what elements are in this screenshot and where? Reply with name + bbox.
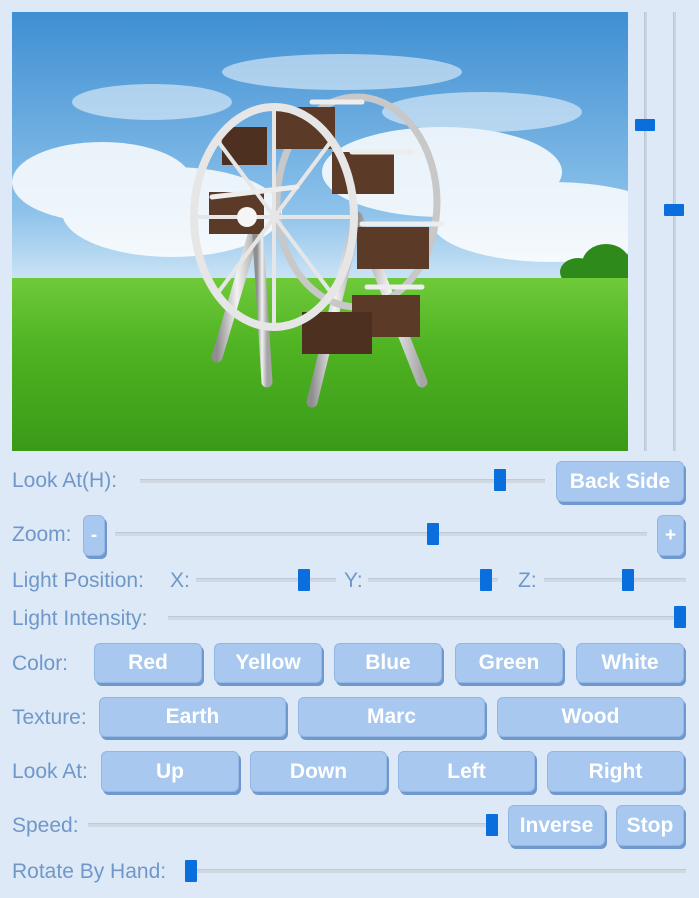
- color-white-button[interactable]: White: [576, 643, 684, 683]
- light-position-label: Light Position:: [12, 569, 144, 592]
- zoom-label: Zoom:: [12, 523, 72, 546]
- light-y-slider-thumb[interactable]: [480, 569, 493, 591]
- zoom-slider-thumb[interactable]: [427, 523, 439, 545]
- look-at-label: Look At:: [12, 760, 88, 783]
- zoom-out-button[interactable]: -: [83, 515, 105, 556]
- color-blue-button[interactable]: Blue: [334, 643, 442, 683]
- look-at-left-button[interactable]: Left: [398, 751, 535, 792]
- look-at-right-button[interactable]: Right: [547, 751, 684, 792]
- look-at-down-button[interactable]: Down: [250, 751, 387, 792]
- speed-slider[interactable]: [88, 823, 498, 827]
- rotate-by-hand-label: Rotate By Hand:: [12, 860, 167, 883]
- vertical-slider-2[interactable]: [673, 12, 676, 451]
- look-at-up-button[interactable]: Up: [101, 751, 239, 792]
- rotate-by-hand-slider[interactable]: [185, 869, 686, 873]
- light-y-label: Y:: [344, 569, 363, 592]
- ferris-wheel-scene: [12, 12, 628, 451]
- zoom-slider[interactable]: [115, 532, 647, 536]
- light-x-label: X:: [170, 569, 190, 592]
- rotate-by-hand-slider-thumb[interactable]: [185, 860, 197, 882]
- light-intensity-slider-thumb[interactable]: [674, 606, 686, 628]
- light-y-slider[interactable]: [368, 578, 498, 582]
- light-intensity-slider[interactable]: [168, 616, 686, 620]
- look-at-h-label: Look At(H):: [12, 469, 118, 492]
- light-intensity-label: Light Intensity:: [12, 607, 148, 630]
- color-green-button[interactable]: Green: [455, 643, 563, 683]
- light-z-slider-thumb[interactable]: [622, 569, 634, 591]
- speed-label: Speed:: [12, 814, 79, 837]
- vertical-slider-1-thumb[interactable]: [635, 118, 655, 131]
- vertical-slider-2-thumb[interactable]: [664, 204, 684, 217]
- texture-wood-button[interactable]: Wood: [497, 697, 684, 737]
- texture-earth-button[interactable]: Earth: [99, 697, 286, 737]
- stop-button[interactable]: Stop: [616, 805, 684, 846]
- texture-marc-button[interactable]: Marc: [298, 697, 485, 737]
- color-yellow-button[interactable]: Yellow: [214, 643, 322, 683]
- color-label: Color:: [12, 652, 69, 675]
- 3d-viewport[interactable]: [12, 12, 628, 451]
- light-x-slider[interactable]: [196, 578, 336, 582]
- speed-slider-thumb[interactable]: [486, 814, 498, 836]
- light-z-slider[interactable]: [544, 578, 686, 582]
- light-z-label: Z:: [518, 569, 537, 592]
- light-x-slider-thumb[interactable]: [298, 569, 311, 591]
- color-red-button[interactable]: Red: [94, 643, 202, 683]
- look-at-h-slider[interactable]: [140, 479, 545, 483]
- zoom-in-button[interactable]: +: [657, 515, 684, 556]
- vertical-slider-1[interactable]: [644, 12, 647, 451]
- back-side-button[interactable]: Back Side: [556, 461, 684, 502]
- inverse-button[interactable]: Inverse: [508, 805, 605, 846]
- look-at-h-slider-thumb[interactable]: [493, 469, 506, 491]
- texture-label: Texture:: [12, 706, 87, 729]
